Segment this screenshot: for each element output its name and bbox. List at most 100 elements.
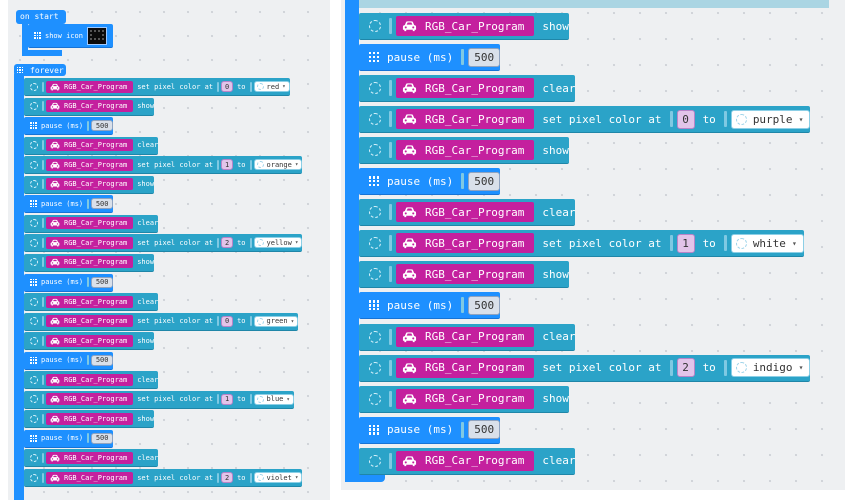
object-variable[interactable]: RGB_Car_Program bbox=[46, 373, 134, 386]
set-pixel-color-block[interactable]: RGB_Car_Program set pixel color at 0 to purp… bbox=[359, 106, 811, 134]
gear-icon[interactable] bbox=[369, 113, 381, 126]
set-pixel-color-block[interactable]: RGB_Car_Program set pixel color at 0 to red ▾ bbox=[24, 78, 290, 96]
pause-block[interactable]: pause (ms) 500 bbox=[24, 429, 114, 448]
gear-icon[interactable] bbox=[30, 82, 38, 91]
set-pixel-color-block[interactable]: RGB_Car_Program set pixel color at 1 to blue… bbox=[24, 390, 294, 409]
show-block[interactable]: RGB_Car_Program show bbox=[24, 175, 155, 194]
pixel-index-input[interactable]: 2 bbox=[221, 472, 234, 483]
pause-ms-input[interactable]: 500 bbox=[468, 171, 501, 191]
show-block[interactable]: RGB_Car_Program show bbox=[359, 137, 569, 165]
object-variable[interactable]: RGB_Car_Program bbox=[46, 451, 134, 464]
show-block[interactable]: RGB_Car_Program show bbox=[24, 97, 155, 116]
pause-block[interactable]: pause (ms) 500 bbox=[359, 44, 501, 72]
color-dropdown[interactable]: white ▾ bbox=[730, 233, 804, 253]
pause-block[interactable]: pause (ms) 500 bbox=[359, 292, 501, 320]
object-variable[interactable]: RGB_Car_Program bbox=[396, 140, 535, 161]
clear-block[interactable]: RGB_Car_Program clear bbox=[24, 449, 159, 468]
object-variable[interactable]: RGB_Car_Program bbox=[46, 412, 134, 425]
object-variable[interactable]: RGB_Car_Program bbox=[396, 16, 535, 36]
gear-icon[interactable] bbox=[30, 297, 38, 306]
gear-icon[interactable] bbox=[369, 361, 381, 374]
show-block[interactable]: RGB_Car_Program show bbox=[359, 261, 569, 289]
gear-icon[interactable] bbox=[369, 392, 381, 405]
gear-icon[interactable] bbox=[30, 180, 38, 189]
object-variable[interactable]: RGB_Car_Program bbox=[396, 357, 535, 378]
object-variable[interactable]: RGB_Car_Program bbox=[46, 236, 134, 249]
gear-icon[interactable] bbox=[30, 141, 38, 150]
object-variable[interactable]: RGB_Car_Program bbox=[396, 326, 535, 347]
gear-icon[interactable] bbox=[369, 330, 381, 343]
gear-icon[interactable] bbox=[369, 82, 381, 95]
show-block[interactable]: RGB_Car_Program show bbox=[359, 385, 569, 413]
pause-ms-input[interactable]: 500 bbox=[91, 198, 114, 210]
object-variable[interactable]: RGB_Car_Program bbox=[46, 315, 134, 328]
color-dropdown[interactable]: orange ▾ bbox=[253, 159, 303, 171]
pixel-index-input[interactable]: 2 bbox=[221, 237, 234, 249]
pixel-index-input[interactable]: 1 bbox=[676, 233, 695, 253]
gear-icon[interactable] bbox=[30, 258, 38, 267]
clear-block[interactable]: RGB_Car_Program clear bbox=[359, 199, 576, 227]
show-icon-block[interactable]: show icon bbox=[28, 24, 113, 48]
gear-icon[interactable] bbox=[30, 395, 38, 404]
object-variable[interactable]: RGB_Car_Program bbox=[46, 334, 134, 347]
pause-block[interactable]: pause (ms) 500 bbox=[24, 117, 114, 136]
clear-block[interactable]: RGB_Car_Program clear bbox=[359, 75, 576, 103]
object-variable[interactable]: RGB_Car_Program bbox=[46, 158, 134, 171]
gear-icon[interactable] bbox=[369, 144, 381, 157]
gear-icon[interactable] bbox=[369, 454, 381, 467]
set-pixel-color-block[interactable]: RGB_Car_Program set pixel color at 2 to indi… bbox=[359, 354, 811, 382]
gear-icon[interactable] bbox=[369, 206, 381, 219]
set-pixel-color-block[interactable]: RGB_Car_Program set pixel color at 2 to viol… bbox=[24, 469, 303, 487]
show-block[interactable]: RGB_Car_Program show bbox=[359, 13, 569, 40]
color-dropdown[interactable]: indigo ▾ bbox=[730, 358, 811, 378]
object-variable[interactable]: RGB_Car_Program bbox=[46, 393, 134, 406]
gear-icon[interactable] bbox=[30, 219, 38, 228]
set-pixel-color-block[interactable]: RGB_Car_Program set pixel color at 1 to whit… bbox=[359, 230, 804, 258]
gear-icon[interactable] bbox=[30, 160, 38, 169]
object-variable[interactable]: RGB_Car_Program bbox=[396, 388, 535, 409]
gear-icon[interactable] bbox=[369, 237, 381, 250]
clear-block[interactable]: RGB_Car_Program clear bbox=[24, 214, 159, 233]
object-variable[interactable]: RGB_Car_Program bbox=[46, 178, 134, 191]
object-variable[interactable]: RGB_Car_Program bbox=[396, 450, 535, 471]
left-workspace[interactable]: on start show icon forever RGB_Car_Progr… bbox=[8, 0, 330, 500]
show-block[interactable]: RGB_Car_Program show bbox=[24, 253, 155, 272]
pixel-index-input[interactable]: 0 bbox=[221, 315, 234, 327]
pixel-index-input[interactable]: 1 bbox=[221, 159, 234, 171]
pause-ms-input[interactable]: 500 bbox=[468, 295, 501, 315]
pause-ms-input[interactable]: 500 bbox=[468, 420, 501, 440]
gear-icon[interactable] bbox=[30, 453, 38, 462]
clear-block[interactable]: RGB_Car_Program clear bbox=[24, 293, 159, 312]
clear-block[interactable]: RGB_Car_Program clear bbox=[24, 371, 159, 390]
pause-block[interactable]: pause (ms) 500 bbox=[24, 273, 114, 292]
object-variable[interactable]: RGB_Car_Program bbox=[46, 217, 134, 230]
led-icon-preview[interactable] bbox=[86, 26, 107, 45]
object-variable[interactable]: RGB_Car_Program bbox=[396, 78, 535, 99]
object-variable[interactable]: RGB_Car_Program bbox=[396, 202, 535, 223]
object-variable[interactable]: RGB_Car_Program bbox=[46, 80, 134, 93]
gear-icon[interactable] bbox=[369, 20, 381, 32]
pause-ms-input[interactable]: 500 bbox=[91, 276, 114, 288]
pixel-index-input[interactable]: 0 bbox=[676, 109, 695, 129]
set-pixel-color-block[interactable]: RGB_Car_Program set pixel color at 2 to yell… bbox=[24, 234, 303, 253]
pause-block[interactable]: pause (ms) 500 bbox=[359, 168, 501, 196]
object-variable[interactable]: RGB_Car_Program bbox=[46, 295, 134, 308]
gear-icon[interactable] bbox=[30, 414, 38, 423]
clear-block[interactable]: RGB_Car_Program clear bbox=[359, 447, 576, 475]
gear-icon[interactable] bbox=[30, 375, 38, 384]
gear-icon[interactable] bbox=[30, 102, 38, 111]
object-variable[interactable]: RGB_Car_Program bbox=[396, 264, 535, 285]
pause-ms-input[interactable]: 500 bbox=[91, 432, 114, 444]
object-variable[interactable]: RGB_Car_Program bbox=[46, 100, 134, 113]
object-variable[interactable]: RGB_Car_Program bbox=[46, 256, 134, 269]
pause-ms-input[interactable]: 500 bbox=[91, 354, 114, 366]
color-dropdown[interactable]: purple ▾ bbox=[730, 109, 811, 129]
set-pixel-color-block[interactable]: RGB_Car_Program set pixel color at 0 to gree… bbox=[24, 312, 299, 331]
show-block[interactable]: RGB_Car_Program show bbox=[24, 410, 155, 429]
pause-ms-input[interactable]: 500 bbox=[91, 120, 114, 132]
pixel-index-input[interactable]: 2 bbox=[676, 358, 695, 378]
gear-icon[interactable] bbox=[30, 473, 38, 482]
gear-icon[interactable] bbox=[30, 238, 38, 247]
object-variable[interactable]: RGB_Car_Program bbox=[46, 471, 134, 484]
gear-icon[interactable] bbox=[30, 317, 38, 326]
